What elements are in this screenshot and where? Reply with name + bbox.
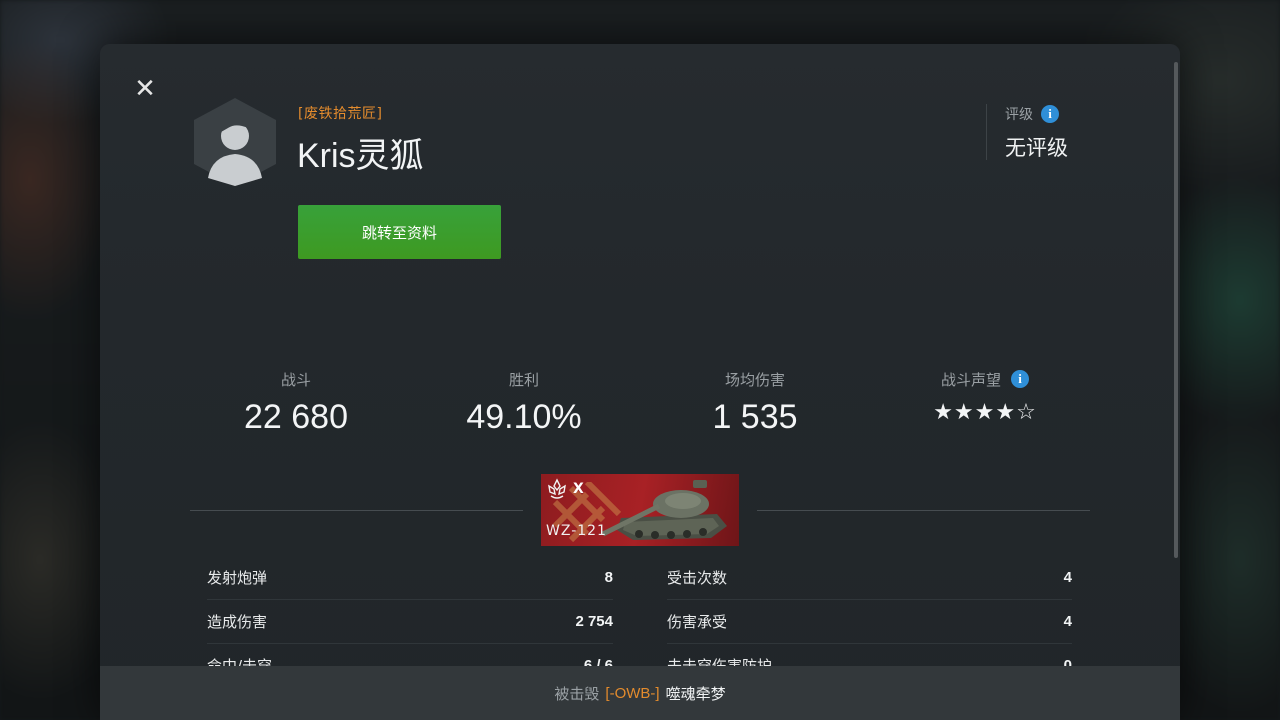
info-icon[interactable]: i bbox=[1041, 105, 1059, 123]
stat-value: 49.10% bbox=[466, 398, 582, 436]
detail-row: 发射炮弹 8 bbox=[207, 555, 613, 600]
stat-label: 场均伤害 bbox=[724, 370, 785, 389]
detail-row: 受击次数 4 bbox=[667, 555, 1072, 600]
reputation-stars: ★★★★☆ bbox=[933, 400, 1037, 425]
detail-value: 2 754 bbox=[575, 612, 613, 630]
rating-value: 无评级 bbox=[1005, 136, 1068, 160]
tank-tier: X bbox=[573, 481, 584, 497]
divider bbox=[757, 510, 1090, 511]
destroyed-by-label: 被击毁 bbox=[554, 684, 600, 703]
player-name: Kris灵狐 bbox=[297, 137, 424, 175]
detail-label: 造成伤害 bbox=[207, 612, 268, 631]
tank-card[interactable]: X WZ-121 bbox=[541, 474, 739, 546]
stat-avg-damage: 场均伤害 1 535 bbox=[640, 368, 870, 437]
divider bbox=[190, 510, 523, 511]
tank-name: WZ-121 bbox=[546, 523, 607, 539]
player-stats-panel: ✕ [废铁拾荒匠] Kris灵狐 跳转至资料 评级 i 无评级 战斗 22 68… bbox=[100, 44, 1180, 720]
stat-label: 战斗 bbox=[280, 370, 311, 389]
stat-victories: 胜利 49.10% bbox=[409, 368, 639, 437]
tank-image bbox=[601, 480, 727, 540]
killer-clan-tag: [-OWB-] bbox=[605, 684, 660, 702]
scrollbar[interactable] bbox=[1174, 62, 1178, 558]
detail-value: 8 bbox=[604, 568, 613, 586]
goto-profile-button[interactable]: 跳转至资料 bbox=[298, 205, 501, 259]
stat-label: 胜利 bbox=[508, 370, 539, 389]
rating-section: 评级 i 无评级 bbox=[986, 104, 1068, 160]
close-icon[interactable]: ✕ bbox=[132, 76, 158, 102]
destroyed-by-footer: 被击毁 [-OWB-] 噬魂牵梦 bbox=[100, 666, 1180, 720]
detail-label: 伤害承受 bbox=[667, 612, 728, 631]
stat-value: 1 535 bbox=[712, 398, 798, 436]
tier-emblem-icon bbox=[548, 478, 566, 499]
detail-value: 4 bbox=[1063, 568, 1072, 586]
detail-row: 伤害承受 4 bbox=[667, 599, 1072, 644]
detail-value: 4 bbox=[1063, 612, 1072, 630]
rating-label-row: 评级 i bbox=[1005, 104, 1068, 124]
detail-label: 发射炮弹 bbox=[207, 568, 268, 587]
detail-row: 造成伤害 2 754 bbox=[207, 599, 613, 644]
killer-name[interactable]: 噬魂牵梦 bbox=[666, 683, 726, 704]
default-avatar-icon bbox=[194, 98, 276, 186]
stat-value: 22 680 bbox=[244, 398, 348, 436]
rating-label: 评级 bbox=[1005, 107, 1033, 123]
stat-battles: 战斗 22 680 bbox=[181, 368, 411, 437]
stat-battle-reputation: 战斗声望 i ★★★★☆ bbox=[870, 368, 1100, 425]
stat-label: 战斗声望 bbox=[940, 370, 1001, 389]
player-clan-tag: [废铁拾荒匠] bbox=[298, 106, 383, 122]
detail-label: 受击次数 bbox=[667, 568, 728, 587]
info-icon[interactable]: i bbox=[1011, 370, 1029, 388]
